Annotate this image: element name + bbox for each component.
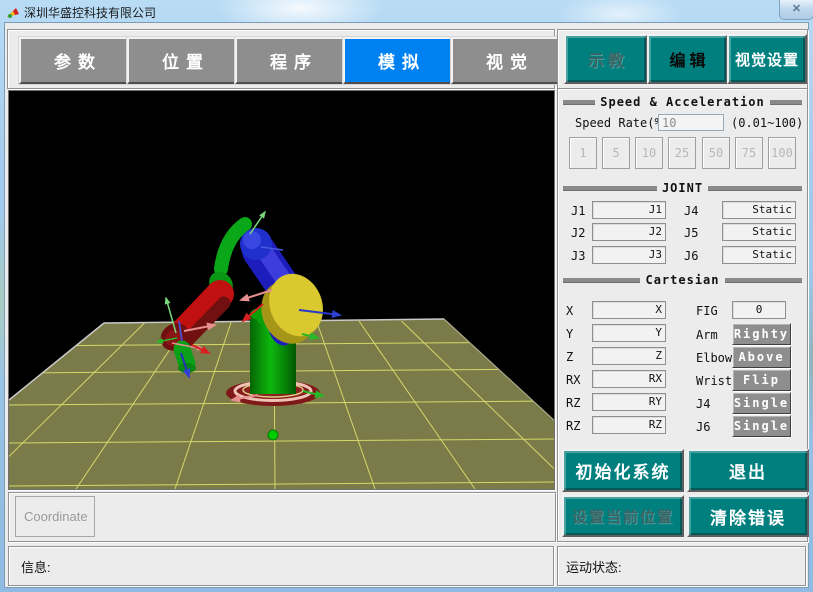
y-label: Y: [566, 327, 573, 341]
cartesian-section-title: Cartesian: [645, 273, 719, 287]
init-system-label: 初始化系统: [576, 458, 671, 483]
app-icon: [6, 4, 20, 18]
control-panel: Speed & Acceleration Speed Rate(%) (0.01…: [557, 88, 808, 542]
tab-parameters[interactable]: 参数: [19, 37, 130, 84]
set-current-position-button[interactable]: 设置当前位置: [562, 495, 684, 537]
j5-field[interactable]: Static: [722, 223, 796, 241]
j3-field[interactable]: J3: [592, 246, 666, 264]
teach-button[interactable]: 示教: [564, 34, 648, 84]
j6-pose-label: J6: [696, 420, 710, 434]
init-system-button[interactable]: 初始化系统: [562, 449, 684, 492]
j1-label: J1: [571, 204, 585, 218]
j4-single-button[interactable]: Single: [732, 392, 791, 414]
x-field[interactable]: X: [592, 301, 666, 319]
edit-button-label: 编辑: [669, 47, 709, 71]
exit-label: 退出: [729, 458, 767, 483]
motion-status-panel: 运动状态:: [557, 546, 806, 586]
clear-error-label: 清除错误: [710, 504, 786, 529]
info-panel: 信息:: [8, 546, 554, 586]
rx-label: RX: [566, 373, 580, 387]
ry-field[interactable]: RY: [592, 393, 666, 411]
speed-preset-50[interactable]: 50: [702, 137, 730, 169]
window-title: 深圳华盛控科技有限公司: [24, 4, 156, 21]
header-bar: [563, 100, 595, 105]
j5-label: J5: [684, 226, 698, 240]
speed-preset-100[interactable]: 100: [768, 137, 796, 169]
tab-program-label: 程序: [270, 48, 318, 73]
speed-section-title: Speed & Acceleration: [600, 95, 765, 109]
tab-simulation[interactable]: 模拟: [343, 37, 454, 84]
cartesian-section-header: Cartesian: [563, 273, 802, 287]
tab-panel: 参数 位置 程序 模拟 视觉: [7, 29, 555, 89]
ry-label: RZ: [566, 396, 580, 410]
tab-position-label: 位置: [162, 48, 210, 73]
y-field[interactable]: Y: [592, 324, 666, 342]
j6-single-button[interactable]: Single: [732, 415, 791, 437]
teach-button-label: 示教: [588, 47, 628, 71]
fig-label: FIG: [696, 304, 718, 318]
exit-button[interactable]: 退出: [687, 449, 809, 492]
header-bar: [563, 186, 657, 191]
edit-button[interactable]: 编辑: [647, 34, 728, 84]
speed-preset-10[interactable]: 10: [635, 137, 663, 169]
j6-label: J6: [684, 249, 698, 263]
rz-label: RZ: [566, 419, 580, 433]
set-current-position-label: 设置当前位置: [572, 506, 674, 527]
coordinate-box: Coordinate: [15, 496, 95, 537]
tab-program[interactable]: 程序: [235, 37, 346, 84]
close-button[interactable]: ✕: [779, 0, 813, 20]
header-bar: [770, 100, 802, 105]
tab-vision-label: 视觉: [486, 48, 534, 73]
coordinate-panel: Coordinate: [8, 492, 556, 542]
speed-preset-1[interactable]: 1: [569, 137, 597, 169]
motion-status-label: 运动状态:: [566, 557, 622, 576]
j2-label: J2: [571, 226, 585, 240]
robot-3d-scene: [9, 91, 554, 489]
origin-marker: [268, 430, 278, 440]
j3-label: J3: [571, 249, 585, 263]
speed-range-hint: (0.01~100): [731, 116, 803, 130]
j4-field[interactable]: Static: [722, 201, 796, 219]
j1-field[interactable]: J1: [592, 201, 666, 219]
z-field[interactable]: Z: [592, 347, 666, 365]
header-bar: [708, 186, 802, 191]
wrist-flip-button[interactable]: Flip: [732, 369, 791, 391]
arm-label: Arm: [696, 328, 718, 342]
wrist-label: Wrist: [696, 374, 732, 388]
header-bar: [725, 278, 802, 283]
x-label: X: [566, 304, 573, 318]
fig-field[interactable]: 0: [732, 301, 786, 319]
elbow-label: Elbow: [696, 351, 732, 365]
speed-section-header: Speed & Acceleration: [563, 95, 802, 109]
vision-settings-button-label: 视觉设置: [735, 49, 799, 70]
rz-field[interactable]: RZ: [592, 416, 666, 434]
j4-pose-label: J4: [696, 397, 710, 411]
speed-rate-label: Speed Rate(%): [575, 116, 669, 130]
speed-rate-input[interactable]: [658, 114, 724, 131]
mode-panel: 示教 编辑 视觉设置: [557, 29, 808, 89]
tab-position[interactable]: 位置: [127, 37, 238, 84]
header-bar: [563, 278, 640, 283]
clear-error-button[interactable]: 清除错误: [687, 495, 809, 537]
robot-3d-viewport[interactable]: [8, 90, 555, 490]
titlebar: 深圳华盛控科技有限公司 ✕: [0, 0, 813, 22]
speed-preset-5[interactable]: 5: [602, 137, 630, 169]
rx-field[interactable]: RX: [592, 370, 666, 388]
elbow-above-button[interactable]: Above: [732, 346, 791, 368]
j4-label: J4: [684, 204, 698, 218]
speed-preset-75[interactable]: 75: [735, 137, 763, 169]
tab-parameters-label: 参数: [54, 48, 102, 73]
joint-section-title: JOINT: [662, 181, 703, 195]
tab-simulation-label: 模拟: [378, 48, 426, 73]
joint-section-header: JOINT: [563, 181, 802, 195]
z-label: Z: [566, 350, 573, 364]
tab-vision[interactable]: 视觉: [451, 37, 562, 84]
vision-settings-button[interactable]: 视觉设置: [727, 34, 807, 84]
j6-field[interactable]: Static: [722, 246, 796, 264]
arm-righty-button[interactable]: Righty: [732, 323, 791, 345]
info-label: 信息:: [21, 557, 51, 576]
j2-field[interactable]: J2: [592, 223, 666, 241]
speed-preset-25[interactable]: 25: [668, 137, 696, 169]
